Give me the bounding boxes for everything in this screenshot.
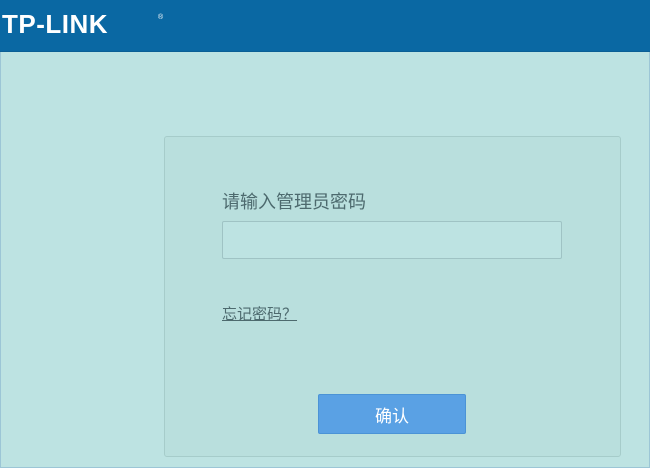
logo-registered-mark: ® [158,13,164,21]
admin-password-input[interactable] [222,221,562,259]
confirm-button[interactable]: 确认 [318,394,466,434]
header-bar: TP-LINK ® [0,0,650,52]
forgot-password-link[interactable]: 忘记密码？ [222,303,297,324]
tp-link-logo: TP-LINK ® [2,9,164,39]
password-prompt-label: 请输入管理员密码 [222,192,366,213]
login-panel: 请输入管理员密码 忘记密码？ 确认 [164,136,621,457]
logo-text: TP-LINK [2,9,108,39]
